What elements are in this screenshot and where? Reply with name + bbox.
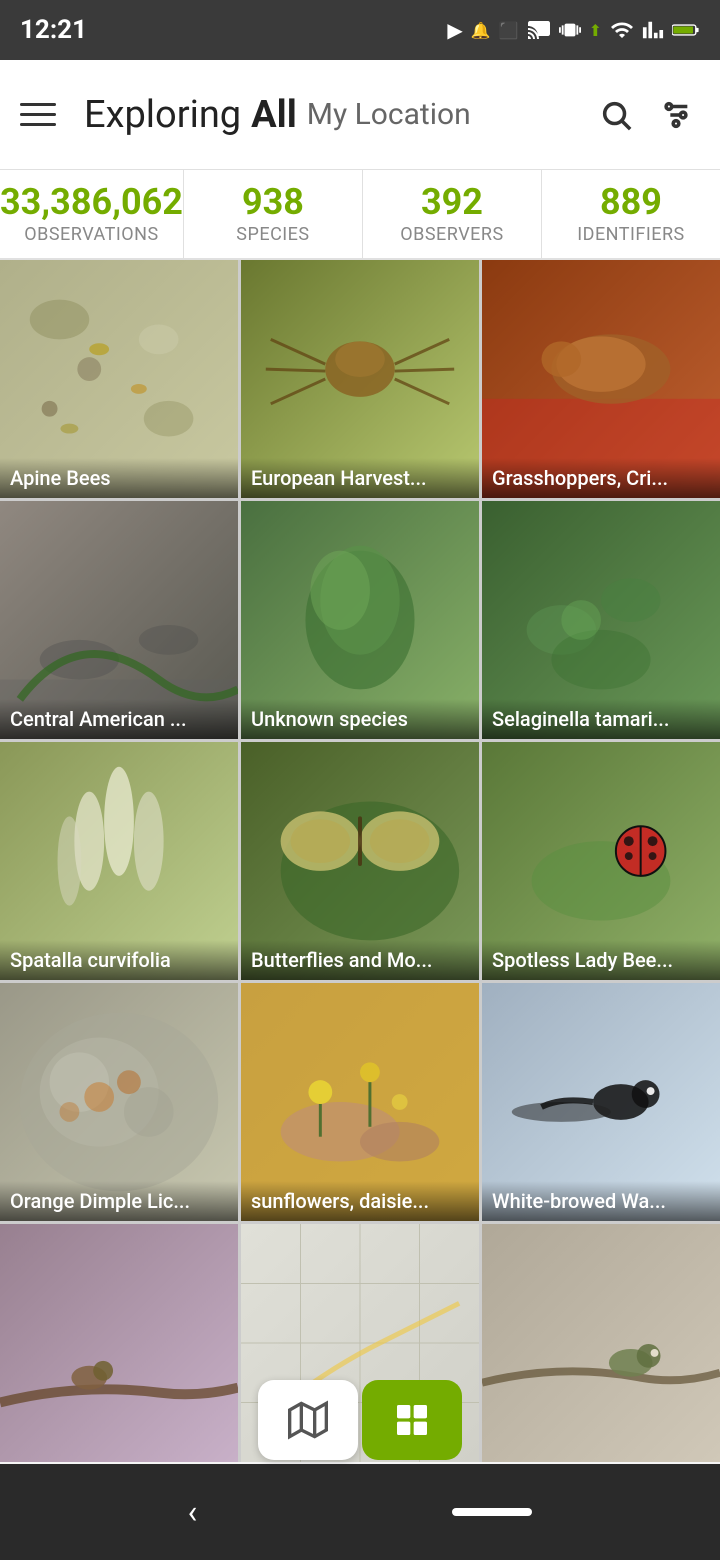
back-button[interactable]: ‹ xyxy=(188,1493,198,1531)
identifiers-value: 889 xyxy=(600,183,662,223)
map-view-button[interactable] xyxy=(258,1380,358,1460)
grid-item-label: European Harvest... xyxy=(241,458,479,498)
grid-view-button[interactable] xyxy=(362,1380,462,1460)
grid-item[interactable]: Spatalla curvifolia xyxy=(0,742,238,980)
grid-item-label: Butterflies and Mo... xyxy=(241,940,479,980)
grid-item[interactable]: Spotless Lady Bee... xyxy=(482,742,720,980)
grid-item-label: Grasshoppers, Cri... xyxy=(482,458,720,498)
status-bar: 12:21 ▶ 🔔 ⬛ ⬆ xyxy=(0,0,720,60)
stats-bar: 33,386,062 OBSERVATIONS 938 SPECIES 392 … xyxy=(0,170,720,260)
title-all: All xyxy=(251,93,297,137)
title-location: My Location xyxy=(307,97,471,132)
search-button[interactable] xyxy=(592,91,640,139)
grid-item-label: Selaginella tamari... xyxy=(482,699,720,739)
bottom-nav: ‹ xyxy=(0,1464,720,1560)
observers-value: 392 xyxy=(421,183,483,223)
top-actions xyxy=(592,91,700,139)
observers-label: OBSERVERS xyxy=(400,224,503,245)
grid-item[interactable]: Unknown species xyxy=(241,501,479,739)
grid-item[interactable]: Butterflies and Mo... xyxy=(241,742,479,980)
grid-item-label: Spotless Lady Bee... xyxy=(482,940,720,980)
home-indicator[interactable] xyxy=(452,1508,532,1516)
species-label: SPECIES xyxy=(236,224,309,245)
grid-item[interactable]: sunflowers, daisie... xyxy=(241,983,479,1221)
identifiers-label: IDENTIFIERS xyxy=(577,224,685,245)
notification-icon: 🔔 xyxy=(471,21,491,40)
grid-item[interactable]: European Harvest... xyxy=(241,260,479,498)
observations-label: OBSERVATIONS xyxy=(24,224,158,245)
network-icon xyxy=(642,19,664,41)
species-value: 938 xyxy=(242,183,304,223)
stat-identifiers: 889 IDENTIFIERS xyxy=(542,170,720,258)
grid-item[interactable]: Central American ... xyxy=(0,501,238,739)
signal-icon: ⬆ xyxy=(589,21,602,40)
grid-item[interactable]: Selaginella tamari... xyxy=(482,501,720,739)
screenshot-icon: ⬛ xyxy=(499,21,519,40)
play-icon: ▶ xyxy=(447,18,462,42)
title-exploring: Exploring xyxy=(84,93,241,137)
filter-button[interactable] xyxy=(652,91,700,139)
grid-item-label: Spatalla curvifolia xyxy=(0,940,238,980)
status-icons: ▶ 🔔 ⬛ ⬆ xyxy=(447,18,700,42)
grid-item[interactable]: Grasshoppers, Cri... xyxy=(482,260,720,498)
grid-item-label: White-browed Wa... xyxy=(482,1181,720,1221)
grid-item-label: Apine Bees xyxy=(0,458,238,498)
grid-item-image xyxy=(482,1224,720,1462)
title-area: Exploring All My Location xyxy=(84,93,576,137)
bottom-toolbar xyxy=(258,1380,462,1460)
grid-item-label: sunflowers, daisie... xyxy=(241,1181,479,1221)
grid-item[interactable]: Orange Dimple Lic... xyxy=(0,983,238,1221)
grid-item-label: Orange Dimple Lic... xyxy=(0,1181,238,1221)
cast-icon xyxy=(527,18,551,42)
vibrate-icon xyxy=(559,19,581,41)
stat-species: 938 SPECIES xyxy=(184,170,363,258)
grid-item-image xyxy=(0,1224,238,1462)
top-bar: Exploring All My Location xyxy=(0,60,720,170)
battery-icon xyxy=(672,20,700,40)
wifi-icon xyxy=(610,18,634,42)
species-grid: Apine Bees European Harvest... xyxy=(0,260,720,1462)
stat-observations: 33,386,062 OBSERVATIONS xyxy=(0,170,184,258)
grid-item[interactable]: Apine Bees xyxy=(0,260,238,498)
status-time: 12:21 xyxy=(20,15,87,45)
grid-item[interactable] xyxy=(0,1224,238,1462)
stat-observers: 392 OBSERVERS xyxy=(363,170,542,258)
grid-item[interactable] xyxy=(482,1224,720,1462)
observations-value: 33,386,062 xyxy=(0,183,183,223)
menu-button[interactable] xyxy=(20,91,68,139)
grid-item[interactable]: White-browed Wa... xyxy=(482,983,720,1221)
grid-item-label: Central American ... xyxy=(0,699,238,739)
grid-item-label: Unknown species xyxy=(241,699,479,739)
